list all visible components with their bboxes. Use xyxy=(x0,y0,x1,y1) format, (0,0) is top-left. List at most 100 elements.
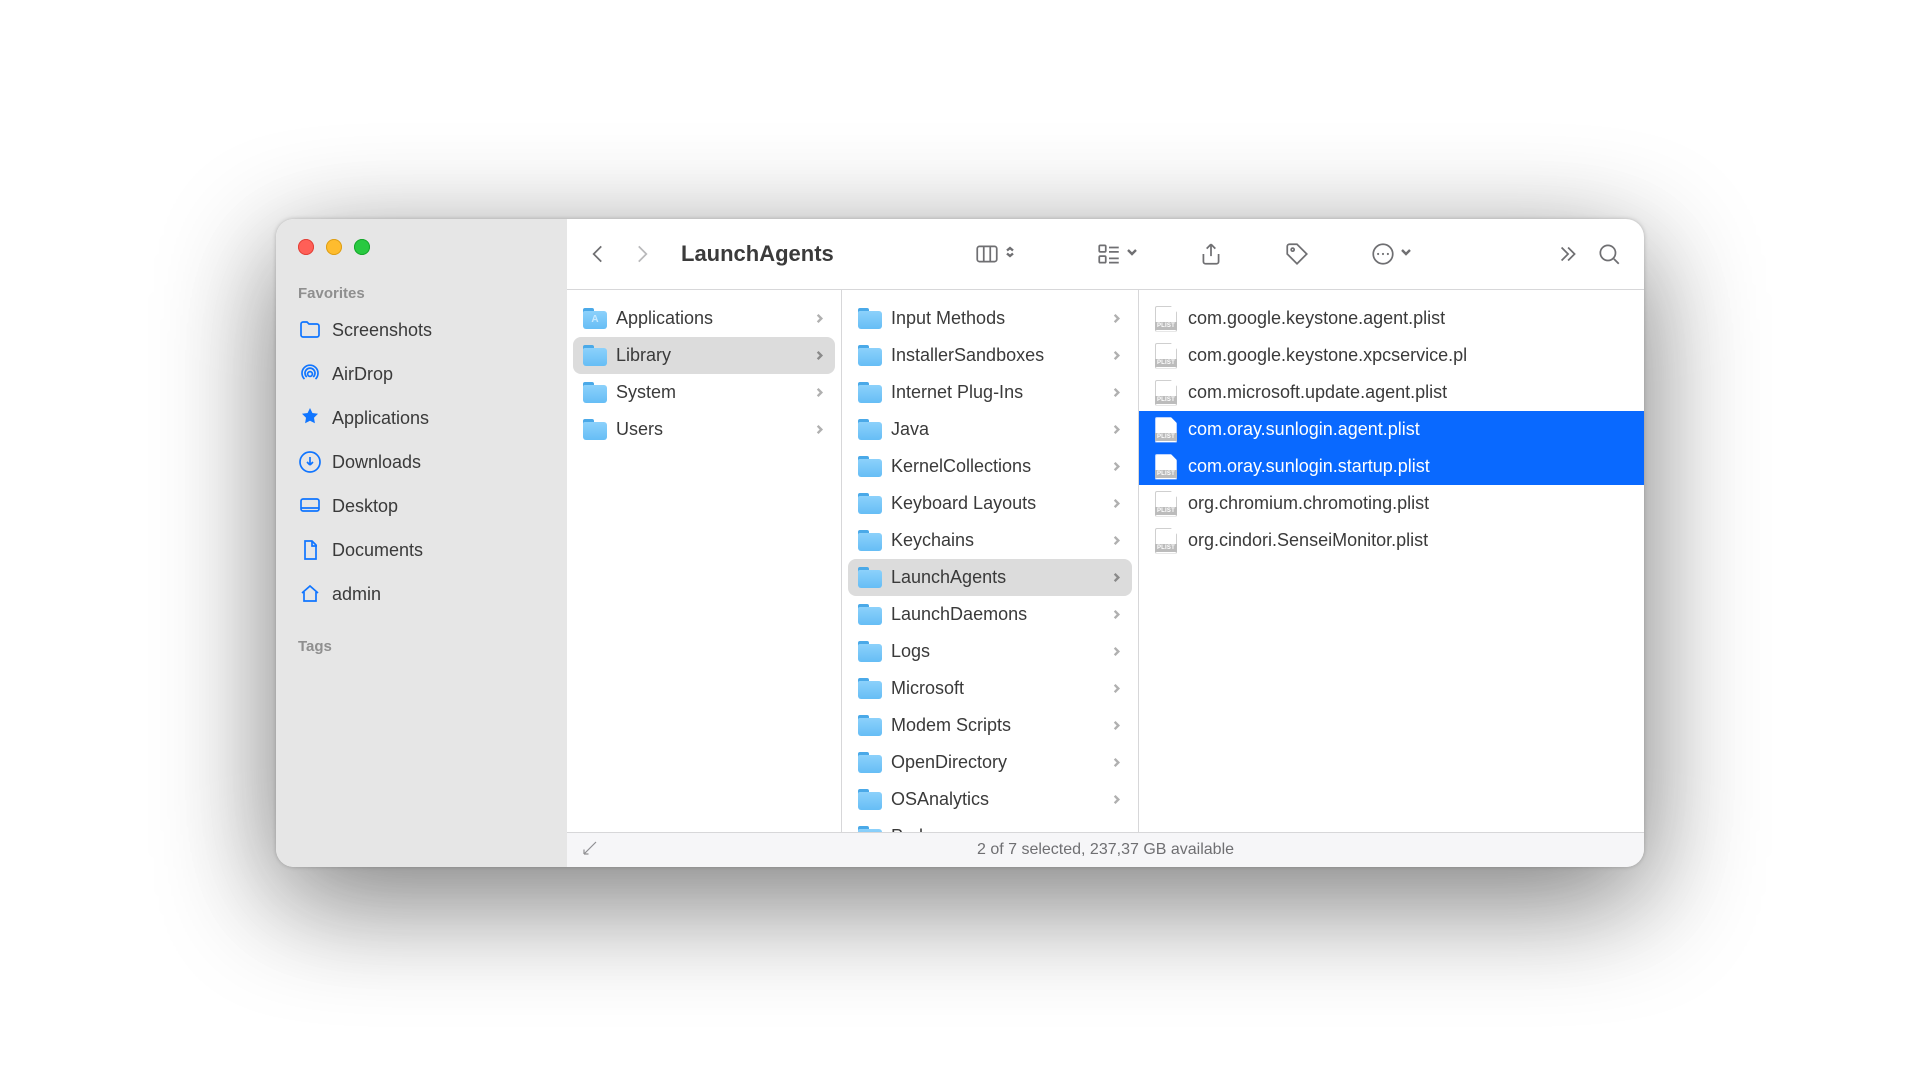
status-bar: 2 of 7 selected, 237,37 GB available xyxy=(567,833,1644,867)
folder-icon xyxy=(298,318,322,342)
sidebar-item-label: Desktop xyxy=(332,496,398,517)
window-controls xyxy=(276,239,567,255)
sidebar-item-applications[interactable]: Applications xyxy=(276,396,567,440)
folder-row[interactable]: Input Methods xyxy=(848,300,1132,337)
file-name: com.google.keystone.xpcservice.pl xyxy=(1188,345,1628,366)
file-row[interactable]: com.microsoft.update.agent.plist xyxy=(1145,374,1638,411)
chevron-right-icon xyxy=(1111,826,1122,832)
folder-icon xyxy=(858,829,882,833)
folder-name: Perl xyxy=(891,826,1102,832)
minimize-window-button[interactable] xyxy=(326,239,342,255)
view-columns-button[interactable] xyxy=(974,241,1016,267)
chevron-right-icon xyxy=(1111,678,1122,699)
folder-icon: A xyxy=(583,311,607,329)
column-2[interactable]: Input Methods InstallerSandboxesInternet … xyxy=(842,290,1139,832)
folder-row[interactable]: Internet Plug-Ins xyxy=(848,374,1132,411)
plist-file-icon xyxy=(1155,306,1177,332)
chevron-right-icon xyxy=(1111,752,1122,773)
finder-window: Favorites Screenshots AirDrop Applicatio… xyxy=(276,219,1644,867)
path-button[interactable] xyxy=(581,839,599,862)
column-3[interactable]: com.google.keystone.agent.plist com.googl… xyxy=(1139,290,1644,832)
window-title: LaunchAgents xyxy=(681,241,834,267)
file-row[interactable]: com.google.keystone.agent.plist xyxy=(1145,300,1638,337)
folder-icon xyxy=(858,422,882,440)
toolbar-overflow-button[interactable] xyxy=(1554,241,1580,267)
file-row[interactable]: com.oray.sunlogin.startup.plist xyxy=(1139,448,1644,485)
sidebar-item-desktop[interactable]: Desktop xyxy=(276,484,567,528)
folder-icon xyxy=(858,311,882,329)
folder-icon xyxy=(583,422,607,440)
chevron-right-icon xyxy=(1111,567,1122,588)
folder-icon xyxy=(583,385,607,403)
file-row[interactable]: com.google.keystone.xpcservice.pl xyxy=(1145,337,1638,374)
sidebar-item-airdrop[interactable]: AirDrop xyxy=(276,352,567,396)
folder-name: Logs xyxy=(891,641,1102,662)
airdrop-icon xyxy=(298,362,322,386)
chevron-right-icon xyxy=(1111,604,1122,625)
sidebar-favorites-label: Favorites xyxy=(276,285,567,308)
file-name: com.oray.sunlogin.startup.plist xyxy=(1188,456,1628,477)
file-row[interactable]: com.oray.sunlogin.agent.plist xyxy=(1139,411,1644,448)
back-button[interactable] xyxy=(585,241,611,267)
chevron-right-icon xyxy=(814,382,825,403)
folder-row[interactable]: Logs xyxy=(848,633,1132,670)
sidebar-tags-label: Tags xyxy=(276,638,567,661)
folder-icon xyxy=(858,644,882,662)
desktop-icon xyxy=(298,494,322,518)
up-down-chevron-icon xyxy=(1004,245,1016,263)
group-button[interactable] xyxy=(1096,241,1138,267)
sidebar-item-screenshots[interactable]: Screenshots xyxy=(276,308,567,352)
folder-row[interactable]: Microsoft xyxy=(848,670,1132,707)
folder-row[interactable]: Library xyxy=(573,337,835,374)
chevron-right-icon xyxy=(814,345,825,366)
folder-icon xyxy=(858,681,882,699)
file-row[interactable]: org.cindori.SenseiMonitor.plist xyxy=(1145,522,1638,559)
sidebar-item-downloads[interactable]: Downloads xyxy=(276,440,567,484)
close-window-button[interactable] xyxy=(298,239,314,255)
chevron-right-icon xyxy=(1111,530,1122,551)
folder-icon xyxy=(583,348,607,366)
folder-icon xyxy=(858,792,882,810)
folder-row[interactable]: Perl xyxy=(848,818,1132,832)
sidebar-item-home[interactable]: admin xyxy=(276,572,567,616)
home-icon xyxy=(298,582,322,606)
folder-name: Applications xyxy=(616,308,805,329)
folder-row[interactable]: LaunchDaemons xyxy=(848,596,1132,633)
column-1[interactable]: A Applications LibrarySystemUsers xyxy=(567,290,842,832)
folder-icon xyxy=(858,496,882,514)
plist-file-icon xyxy=(1155,454,1177,480)
folder-row[interactable]: Modem Scripts xyxy=(848,707,1132,744)
sidebar-item-documents[interactable]: Documents xyxy=(276,528,567,572)
zoom-window-button[interactable] xyxy=(354,239,370,255)
folder-row[interactable]: Keychains xyxy=(848,522,1132,559)
folder-row[interactable]: Users xyxy=(573,411,835,448)
folder-row[interactable]: Java xyxy=(848,411,1132,448)
forward-button[interactable] xyxy=(629,241,655,267)
folder-row[interactable]: OpenDirectory xyxy=(848,744,1132,781)
column-browser: A Applications LibrarySystemUsers Input Me… xyxy=(567,290,1644,833)
chevron-right-icon xyxy=(1111,382,1122,403)
folder-row[interactable]: LaunchAgents xyxy=(848,559,1132,596)
file-name: com.oray.sunlogin.agent.plist xyxy=(1188,419,1628,440)
folder-name: Input Methods xyxy=(891,308,1102,329)
folder-icon xyxy=(858,385,882,403)
folder-name: Java xyxy=(891,419,1102,440)
file-row[interactable]: org.chromium.chromoting.plist xyxy=(1145,485,1638,522)
chevron-right-icon xyxy=(1111,641,1122,662)
more-actions-button[interactable] xyxy=(1370,241,1412,267)
chevron-right-icon xyxy=(1111,456,1122,477)
share-button[interactable] xyxy=(1198,241,1224,267)
folder-row[interactable]: InstallerSandboxes xyxy=(848,337,1132,374)
folder-row[interactable]: KernelCollections xyxy=(848,448,1132,485)
folder-row[interactable]: A Applications xyxy=(573,300,835,337)
search-button[interactable] xyxy=(1596,241,1622,267)
folder-row[interactable]: System xyxy=(573,374,835,411)
chevron-right-icon xyxy=(1111,345,1122,366)
folder-icon xyxy=(858,533,882,551)
downloads-icon xyxy=(298,450,322,474)
toolbar: LaunchAgents xyxy=(567,219,1644,290)
folder-row[interactable]: Keyboard Layouts xyxy=(848,485,1132,522)
folder-row[interactable]: OSAnalytics xyxy=(848,781,1132,818)
tags-button[interactable] xyxy=(1284,241,1310,267)
plist-file-icon xyxy=(1155,491,1177,517)
